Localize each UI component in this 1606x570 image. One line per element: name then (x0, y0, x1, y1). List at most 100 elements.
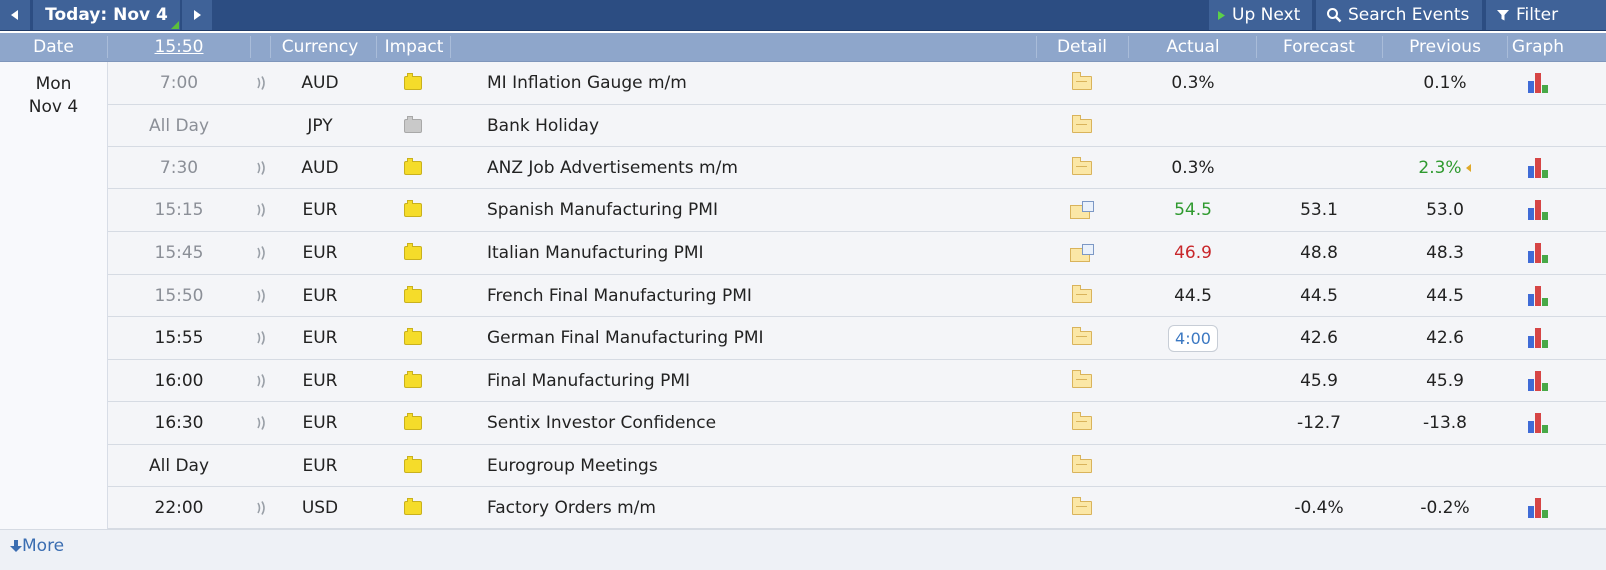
event-row[interactable]: 7:00 AUD MI Inflation Gauge m/m 0.3% 0.1% (108, 62, 1606, 105)
more-link[interactable]: More (10, 536, 64, 556)
event-row[interactable]: 15:45 EUR Italian Manufacturing PMI 46.9 48.… (108, 232, 1606, 275)
today-button[interactable]: Today: Nov 4 (33, 0, 180, 30)
bar-chart-icon[interactable] (1528, 328, 1548, 348)
sound-wave-icon[interactable] (255, 75, 267, 91)
sound-wave-icon[interactable] (255, 373, 267, 389)
graph-cell[interactable] (1508, 275, 1568, 316)
impact-folder-icon[interactable] (404, 455, 422, 473)
sound-wave-icon[interactable] (255, 160, 267, 176)
impact-folder-icon[interactable] (404, 285, 422, 303)
impact-folder-icon[interactable] (404, 157, 422, 175)
bar-chart-icon[interactable] (1528, 497, 1548, 518)
event-forecast: 53.1 (1300, 200, 1338, 220)
folder-icon[interactable] (1072, 412, 1092, 430)
sound-wave-icon[interactable] (255, 500, 267, 516)
folder-icon[interactable] (1072, 327, 1092, 345)
filter-button[interactable]: Filter (1486, 0, 1606, 30)
bar-chart-icon[interactable] (1528, 370, 1548, 391)
event-row[interactable]: 16:30 EUR Sentix Investor Confidence -12.7 -… (108, 402, 1606, 445)
graph-cell[interactable] (1508, 402, 1568, 444)
detail-cell[interactable] (1044, 62, 1120, 104)
folder-icon[interactable] (1072, 114, 1092, 133)
up-next-button[interactable]: Up Next (1209, 0, 1312, 30)
detail-cell[interactable] (1044, 147, 1120, 188)
event-row[interactable]: 15:55 EUR German Final Manufacturing PMI 4:… (108, 317, 1606, 360)
detail-cell[interactable] (1044, 402, 1120, 444)
detail-cell[interactable] (1044, 275, 1120, 316)
graph-cell[interactable] (1508, 360, 1568, 401)
event-row[interactable]: 22:00 USD Factory Orders m/m -0.4% -0.2% (108, 487, 1606, 529)
bar-chart-icon[interactable] (1528, 157, 1548, 178)
folder-icon[interactable] (1072, 284, 1092, 303)
sound-wave-icon[interactable] (255, 415, 267, 431)
event-title[interactable]: Bank Holiday (487, 105, 1047, 146)
event-title[interactable]: German Final Manufacturing PMI (487, 317, 1047, 359)
graph-cell[interactable] (1508, 445, 1568, 486)
event-row[interactable]: 15:15 EUR Spanish Manufacturing PMI 54.5 53.… (108, 189, 1606, 232)
event-row[interactable]: All Day EUR Eurogroup Meetings (108, 445, 1606, 487)
graph-cell[interactable] (1508, 147, 1568, 188)
event-actual (1130, 487, 1256, 528)
event-title[interactable]: Factory Orders m/m (487, 487, 1047, 528)
graph-cell[interactable] (1508, 487, 1568, 528)
bar-chart-icon[interactable] (1528, 200, 1548, 220)
folder-icon[interactable] (1072, 496, 1092, 515)
event-row[interactable]: 16:00 EUR Final Manufacturing PMI 45.9 45.9 (108, 360, 1606, 402)
event-title[interactable]: Eurogroup Meetings (487, 445, 1047, 486)
sound-wave-icon[interactable] (255, 288, 267, 304)
today-label: Today: Nov 4 (45, 5, 168, 25)
bar-chart-icon[interactable] (1528, 243, 1548, 263)
detail-cell[interactable] (1044, 360, 1120, 401)
bar-chart-icon[interactable] (1528, 73, 1548, 93)
detail-cell[interactable] (1044, 189, 1120, 231)
graph-cell[interactable] (1508, 232, 1568, 274)
impact-folder-icon[interactable] (404, 73, 422, 90)
folder-news-icon[interactable] (1070, 201, 1094, 219)
event-title[interactable]: French Final Manufacturing PMI (487, 275, 1047, 316)
folder-icon[interactable] (1072, 156, 1092, 175)
search-events-label: Search Events (1348, 5, 1470, 25)
folder-icon[interactable] (1072, 454, 1092, 473)
folder-news-icon[interactable] (1070, 244, 1094, 262)
event-forecast (1256, 147, 1382, 188)
detail-cell[interactable] (1044, 445, 1120, 486)
graph-cell[interactable] (1508, 317, 1568, 359)
event-title[interactable]: MI Inflation Gauge m/m (487, 62, 1047, 104)
header-current-time[interactable]: 15:50 (108, 33, 250, 61)
bar-chart-icon[interactable] (1528, 413, 1548, 433)
event-title[interactable]: Sentix Investor Confidence (487, 402, 1047, 444)
event-row[interactable]: All Day JPY Bank Holiday (108, 105, 1606, 147)
graph-cell[interactable] (1508, 105, 1568, 146)
next-day-button[interactable] (182, 0, 212, 30)
revised-icon[interactable] (1465, 158, 1472, 178)
sound-cell (250, 105, 272, 146)
detail-cell[interactable] (1044, 105, 1120, 146)
impact-folder-icon[interactable] (404, 497, 422, 515)
sound-wave-icon[interactable] (255, 202, 267, 218)
impact-folder-icon[interactable] (404, 243, 422, 260)
graph-cell[interactable] (1508, 189, 1568, 231)
impact-folder-icon[interactable] (404, 328, 422, 345)
event-title[interactable]: Italian Manufacturing PMI (487, 232, 1047, 274)
detail-cell[interactable] (1044, 317, 1120, 359)
event-title[interactable]: ANZ Job Advertisements m/m (487, 147, 1047, 188)
event-title[interactable]: Final Manufacturing PMI (487, 360, 1047, 401)
detail-cell[interactable] (1044, 232, 1120, 274)
sound-wave-icon[interactable] (255, 245, 267, 261)
event-row[interactable]: 7:30 AUD ANZ Job Advertisements m/m 0.3% 2.3… (108, 147, 1606, 189)
sound-wave-icon[interactable] (255, 330, 267, 346)
impact-folder-icon[interactable] (404, 115, 422, 133)
impact-folder-icon[interactable] (404, 200, 422, 217)
folder-icon[interactable] (1072, 369, 1092, 388)
search-events-button[interactable]: Search Events (1316, 0, 1482, 30)
bar-chart-icon[interactable] (1528, 285, 1548, 306)
graph-cell[interactable] (1508, 62, 1568, 104)
impact-folder-icon[interactable] (404, 370, 422, 388)
event-title[interactable]: Spanish Manufacturing PMI (487, 189, 1047, 231)
folder-icon[interactable] (1072, 72, 1092, 90)
detail-cell[interactable] (1044, 487, 1120, 528)
impact-folder-icon[interactable] (404, 413, 422, 430)
event-row[interactable]: 15:50 EUR French Final Manufacturing PMI 44… (108, 275, 1606, 317)
event-forecast: 42.6 (1300, 328, 1338, 348)
previous-day-button[interactable] (0, 0, 30, 30)
